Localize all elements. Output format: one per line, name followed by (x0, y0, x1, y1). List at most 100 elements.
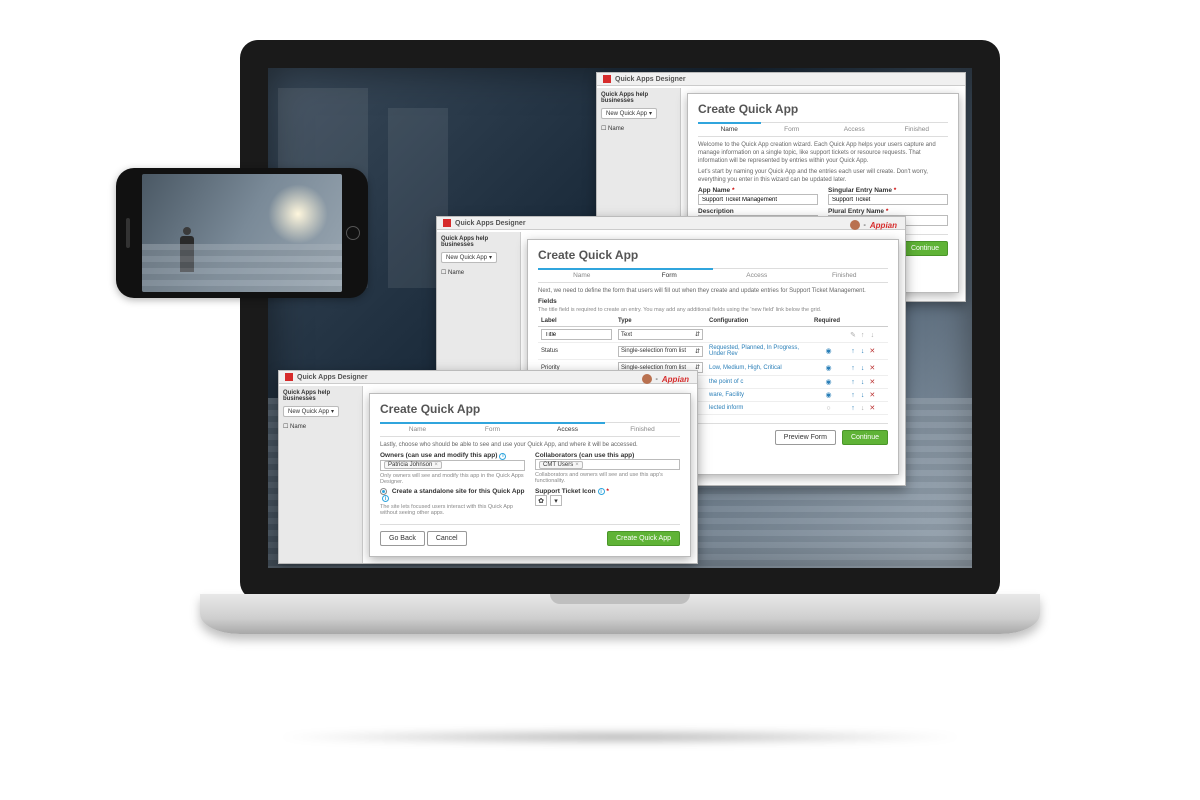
user-brand-bar: - Appian (850, 220, 897, 230)
avatar[interactable] (642, 374, 652, 384)
step-name[interactable]: Name (538, 272, 626, 279)
owner-chip[interactable]: Patricia Johnson× (384, 461, 442, 469)
home-button-icon[interactable] (346, 226, 360, 240)
wizard-modal: Create Quick App Name Form Access Finish… (369, 393, 691, 557)
access-step-desc: Lastly, choose who should be able to see… (380, 441, 680, 449)
modal-title: Create Quick App (538, 248, 888, 262)
phone-speaker (126, 218, 130, 248)
up-icon[interactable]: ↑ (849, 392, 857, 399)
collaborator-chip[interactable]: CMT Users× (539, 461, 583, 469)
modal-title: Create Quick App (380, 402, 680, 416)
create-quick-app-button[interactable]: Create Quick App (607, 531, 680, 546)
app-name-label: App Name * (698, 187, 818, 194)
required-toggle[interactable]: ◉ (825, 378, 833, 386)
chevron-down-icon: ▾ (649, 111, 652, 117)
step-form[interactable]: Form (455, 426, 530, 433)
field-config[interactable]: ware, Facility (706, 389, 811, 402)
step-access[interactable]: Access (823, 126, 886, 133)
modal-title: Create Quick App (698, 102, 948, 116)
col-config: Configuration (706, 316, 811, 327)
required-toggle[interactable]: ◉ (825, 364, 833, 372)
required-toggle[interactable]: ◉ (825, 347, 833, 355)
icon-picker-dropdown[interactable]: ▾ (550, 495, 562, 506)
go-back-button[interactable]: Go Back (380, 531, 425, 546)
up-icon[interactable]: ↑ (849, 348, 857, 355)
collaborators-input[interactable]: CMT Users× (535, 459, 680, 470)
bg-glow (268, 184, 328, 244)
step-finished[interactable]: Finished (801, 272, 889, 279)
new-quick-app-button[interactable]: New Quick App▾ (601, 108, 657, 119)
wizard-progress (698, 122, 761, 124)
down-icon[interactable]: ↓ (868, 332, 876, 339)
preview-form-button[interactable]: Preview Form (775, 430, 836, 445)
step-form[interactable]: Form (626, 272, 714, 279)
continue-button[interactable]: Continue (902, 241, 948, 256)
field-type-select[interactable]: Single-selection from list⇵ (618, 346, 703, 357)
up-icon[interactable]: ↑ (849, 379, 857, 386)
up-icon[interactable]: ↑ (849, 365, 857, 372)
info-icon[interactable]: i (499, 453, 506, 460)
delete-icon[interactable]: ✕ (868, 364, 876, 372)
required-toggle[interactable]: ◉ (825, 391, 833, 399)
sidebar-column-name: ☐ Name (283, 423, 358, 430)
step-finished[interactable]: Finished (886, 126, 949, 133)
sidebar: Quick Apps help businesses New Quick App… (279, 386, 363, 563)
field-config[interactable]: Low, Medium, High, Critical (706, 360, 811, 376)
cancel-button[interactable]: Cancel (427, 531, 467, 546)
owners-label: Owners (can use and modify this app)i (380, 452, 525, 460)
info-icon[interactable]: i (598, 488, 605, 495)
down-icon[interactable]: ↓ (859, 379, 867, 386)
step-form[interactable]: Form (761, 126, 824, 133)
field-type-select[interactable]: Text⇵ (618, 329, 703, 340)
sidebar-heading: Quick Apps help businesses (283, 390, 358, 402)
field-config[interactable]: the point of c (706, 376, 811, 389)
standalone-hint: The site lets focused users interact wit… (380, 504, 525, 516)
down-icon[interactable]: ↓ (859, 392, 867, 399)
laptop-frame: Quick Apps Designer Quick Apps help busi… (200, 40, 1040, 720)
app-logo-icon (285, 373, 293, 381)
window-titlebar: Quick Apps Designer - Appian (437, 217, 905, 230)
up-icon[interactable]: ↑ (849, 405, 857, 412)
col-required: Required (811, 316, 846, 327)
field-label-input[interactable] (541, 329, 612, 340)
avatar[interactable] (850, 220, 860, 230)
info-icon[interactable]: i (382, 495, 389, 502)
new-quick-app-button[interactable]: New Quick App▾ (441, 252, 497, 263)
brand-label: Appian (662, 375, 689, 384)
app-name-input[interactable] (698, 194, 818, 205)
new-quick-app-button[interactable]: New Quick App▾ (283, 406, 339, 417)
chip-remove-icon[interactable]: × (575, 462, 579, 468)
col-label: Label (538, 316, 615, 327)
field-config[interactable]: lected inform (706, 402, 811, 415)
step-access[interactable]: Access (713, 272, 801, 279)
owners-input[interactable]: Patricia Johnson× (380, 460, 525, 471)
laptop-screen: Quick Apps Designer Quick Apps help busi… (240, 40, 1000, 600)
laptop-shadow (270, 730, 970, 744)
brand-label: Appian (870, 221, 897, 230)
radio-icon[interactable] (380, 488, 387, 495)
singular-name-input[interactable] (828, 194, 948, 205)
delete-icon[interactable]: ✕ (868, 391, 876, 399)
step-access[interactable]: Access (530, 426, 605, 433)
col-type: Type (615, 316, 706, 327)
field-config[interactable]: Requested, Planned, In Progress, Under R… (706, 343, 811, 360)
step-finished[interactable]: Finished (605, 426, 680, 433)
app-logo-icon (603, 75, 611, 83)
sidebar-column-name: ☐ Name (601, 125, 676, 132)
down-icon[interactable]: ↓ (859, 365, 867, 372)
required-toggle[interactable]: ○ (825, 405, 833, 412)
standalone-option[interactable]: Create a standalone site for this Quick … (380, 488, 525, 503)
continue-button[interactable]: Continue (842, 430, 888, 445)
app-title: Quick Apps Designer (615, 76, 686, 83)
window-titlebar: Quick Apps Designer - Appian (279, 371, 697, 384)
edit-icon[interactable]: ✎ (849, 331, 857, 339)
delete-icon[interactable]: ✕ (868, 378, 876, 386)
step-name[interactable]: Name (380, 426, 455, 433)
icon-picker-button[interactable]: ✿ (535, 495, 547, 506)
wizard-intro-1: Welcome to the Quick App creation wizard… (698, 141, 948, 165)
delete-icon[interactable]: ✕ (868, 404, 876, 412)
delete-icon[interactable]: ✕ (868, 347, 876, 355)
down-icon[interactable]: ↓ (859, 348, 867, 355)
chip-remove-icon[interactable]: × (434, 462, 438, 468)
step-name[interactable]: Name (698, 126, 761, 133)
